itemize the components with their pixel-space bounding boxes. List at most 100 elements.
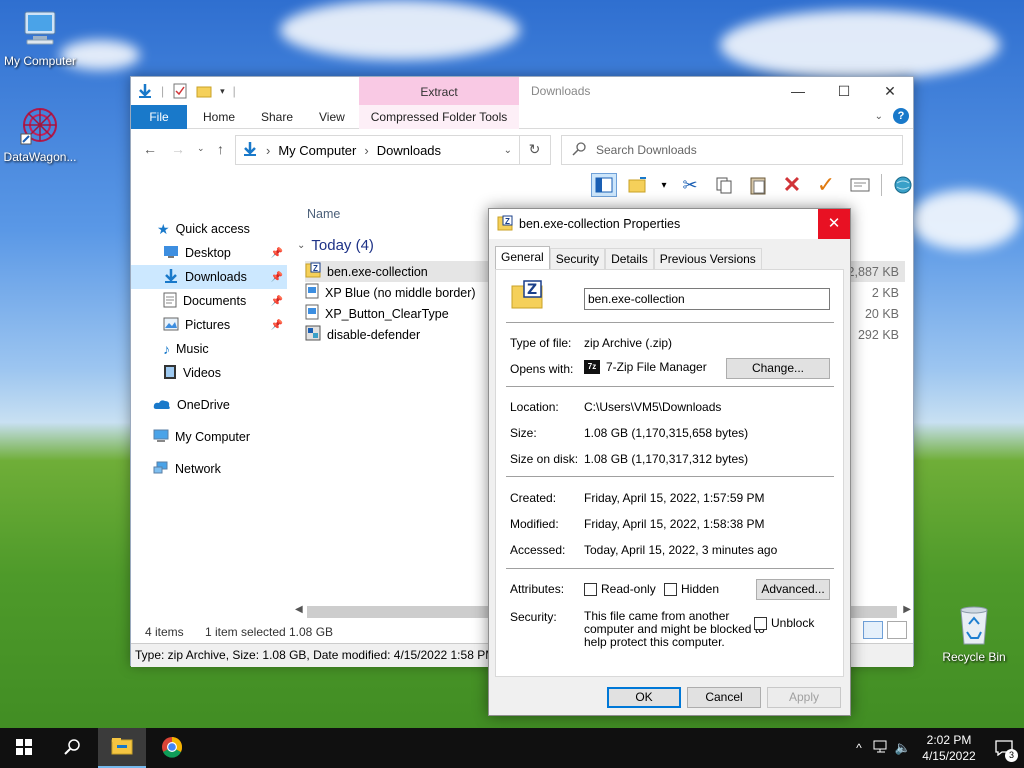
search-input[interactable]: Search Downloads: [561, 135, 903, 165]
new-folder-icon[interactable]: [196, 83, 212, 99]
file-name-field[interactable]: ben.exe-collection: [584, 288, 830, 310]
ribbon-right-controls: ⌄ ?: [875, 108, 909, 124]
maximize-button[interactable]: ☐: [821, 77, 867, 105]
details-view-icon[interactable]: [863, 621, 883, 639]
readonly-checkbox[interactable]: Read-only: [584, 582, 656, 596]
tab-view[interactable]: View: [305, 105, 359, 129]
nav-item-documents[interactable]: Documents 📌: [131, 289, 287, 313]
cut-icon[interactable]: ✂: [677, 173, 703, 197]
ok-button[interactable]: OK: [607, 687, 681, 708]
desktop-icon-my-computer[interactable]: My Computer: [0, 8, 80, 68]
network-status-icon[interactable]: [870, 740, 892, 757]
created-label: Created:: [510, 491, 557, 505]
expand-ribbon-icon[interactable]: ⌄: [875, 111, 883, 122]
delete-icon[interactable]: ✕: [779, 172, 805, 197]
cancel-button[interactable]: Cancel: [687, 687, 761, 708]
email-icon[interactable]: [847, 173, 873, 197]
taskbar-chrome[interactable]: [148, 728, 196, 768]
search-button[interactable]: [48, 728, 96, 768]
nav-item-downloads[interactable]: Downloads 📌: [131, 265, 287, 289]
address-bar[interactable]: › My Computer › Downloads ⌄: [235, 135, 551, 165]
clock-time: 2:02 PM: [926, 733, 972, 747]
nav-item-videos[interactable]: Videos: [131, 361, 287, 385]
svg-text:Z: Z: [527, 282, 537, 298]
download-arrow-icon[interactable]: [137, 83, 153, 99]
volume-icon[interactable]: 🔈: [892, 740, 914, 756]
close-button[interactable]: ✕: [867, 77, 913, 105]
scroll-right-icon[interactable]: ▶: [903, 604, 911, 615]
apply-button[interactable]: Apply: [767, 687, 841, 708]
theme-file-icon: [305, 304, 319, 323]
start-button[interactable]: [0, 728, 48, 768]
tab-general[interactable]: General: [495, 246, 550, 269]
separator: |: [232, 84, 236, 98]
breadcrumb-my-computer[interactable]: My Computer: [278, 143, 356, 158]
recent-locations-icon[interactable]: ⌄: [197, 143, 205, 154]
paste-icon[interactable]: [745, 173, 771, 197]
hidden-checkbox[interactable]: Hidden: [664, 582, 719, 596]
nav-item-network[interactable]: Network: [131, 457, 287, 481]
nav-item-onedrive[interactable]: OneDrive: [131, 393, 287, 417]
unblock-checkbox[interactable]: Unblock: [754, 616, 814, 630]
up-arrow-icon[interactable]: ↑: [217, 141, 224, 157]
desktop-icon-datawagon[interactable]: DataWagon...: [0, 104, 80, 164]
tab-details[interactable]: Details: [605, 248, 654, 269]
customize-qat-icon[interactable]: ▾: [220, 86, 225, 97]
group-header-today[interactable]: ⌄ Today (4): [297, 237, 374, 254]
divider: [506, 476, 834, 477]
tab-previous-versions[interactable]: Previous Versions: [653, 248, 762, 269]
divider: [506, 322, 834, 323]
pin-icon: 📌: [270, 295, 283, 307]
dropdown-icon[interactable]: ▾: [659, 173, 669, 197]
forward-arrow-icon[interactable]: →: [171, 141, 185, 157]
nav-item-desktop[interactable]: Desktop 📌: [131, 241, 287, 265]
checkbox-box[interactable]: [664, 582, 677, 596]
tab-home[interactable]: Home: [189, 105, 249, 129]
general-panel: Z ben.exe-collection Type of file: zip A…: [495, 269, 844, 677]
title-bar[interactable]: | ▾ | Extract Downloads — ☐ ✕: [131, 77, 913, 105]
checkmark-icon[interactable]: ✓: [813, 172, 839, 197]
action-center-button[interactable]: 3: [984, 728, 1024, 768]
refresh-icon[interactable]: ↻: [519, 135, 549, 165]
extract-contextual-tab[interactable]: Extract: [359, 77, 519, 105]
tab-share[interactable]: Share: [247, 105, 307, 129]
scroll-left-icon[interactable]: ◀: [295, 604, 303, 615]
onedrive-icon: [153, 398, 171, 413]
preview-pane-icon[interactable]: [591, 173, 617, 197]
change-button[interactable]: Change...: [726, 358, 830, 379]
checkbox-label: Read-only: [601, 582, 656, 596]
checkbox-box[interactable]: [584, 582, 597, 596]
nav-item-quick-access[interactable]: ★ Quick access: [131, 217, 287, 241]
dialog-title-bar[interactable]: Z ben.exe-collection Properties: [489, 209, 850, 239]
tab-security[interactable]: Security: [549, 248, 606, 269]
globe-icon[interactable]: [890, 173, 916, 197]
properties-icon[interactable]: [172, 83, 188, 99]
search-placeholder: Search Downloads: [596, 143, 697, 157]
address-row: ← → ⌄ ↑ › My Computer › Downloads ⌄ ↻ Se…: [131, 129, 913, 169]
help-icon[interactable]: ?: [893, 108, 909, 124]
attributes-label: Attributes:: [510, 582, 565, 596]
nav-item-pictures[interactable]: Pictures 📌: [131, 313, 287, 337]
nav-item-music[interactable]: ♪ Music: [131, 337, 287, 361]
copy-icon[interactable]: [711, 173, 737, 197]
minimize-button[interactable]: —: [775, 77, 821, 105]
dialog-close-button[interactable]: ✕: [818, 209, 850, 239]
show-hidden-icons-icon[interactable]: ^: [848, 741, 870, 755]
address-dropdown-icon[interactable]: ⌄: [504, 145, 512, 156]
search-icon: [64, 738, 80, 758]
large-icons-view-icon[interactable]: [887, 621, 907, 639]
back-arrow-icon[interactable]: ←: [143, 141, 157, 157]
taskbar-file-explorer[interactable]: [98, 728, 146, 768]
desktop-icon-recycle-bin[interactable]: Recycle Bin: [934, 604, 1014, 664]
nav-label: Pictures: [185, 318, 231, 332]
clock[interactable]: 2:02 PM 4/15/2022: [914, 732, 984, 764]
folder-options-icon[interactable]: [625, 173, 651, 197]
column-header-name[interactable]: Name: [307, 207, 340, 221]
checkbox-box[interactable]: [754, 616, 767, 630]
nav-item-my-computer[interactable]: My Computer: [131, 425, 287, 449]
properties-dialog[interactable]: Z ben.exe-collection Properties ✕ Genera…: [488, 208, 851, 716]
tab-file[interactable]: File: [131, 105, 187, 129]
tab-compressed-folder-tools[interactable]: Compressed Folder Tools: [359, 105, 519, 129]
breadcrumb-downloads[interactable]: Downloads: [377, 143, 441, 158]
advanced-button[interactable]: Advanced...: [756, 579, 830, 600]
